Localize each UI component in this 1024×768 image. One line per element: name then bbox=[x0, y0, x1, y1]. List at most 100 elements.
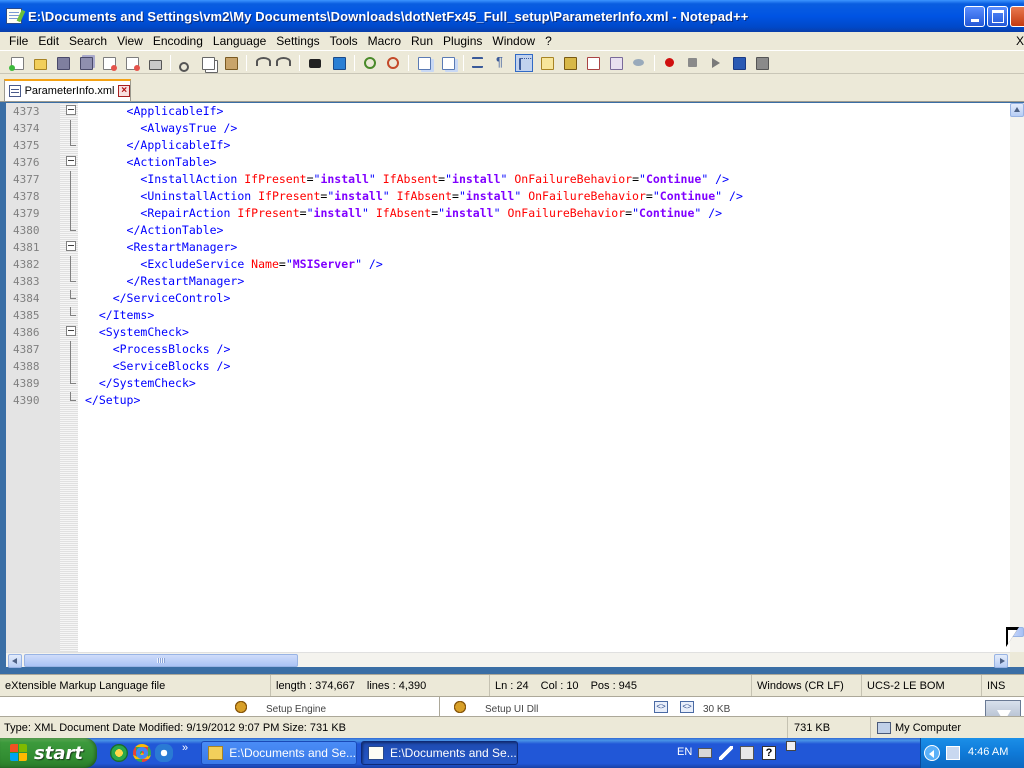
code-line[interactable]: 4385 </Items> bbox=[6, 307, 1010, 324]
code-line[interactable]: 4388 <ServiceBlocks /> bbox=[6, 358, 1010, 375]
network-icon[interactable] bbox=[946, 746, 960, 760]
menu-view[interactable]: View bbox=[112, 32, 148, 50]
save-all-icon[interactable] bbox=[77, 54, 95, 72]
record-macro-icon[interactable] bbox=[661, 54, 679, 72]
menu-edit[interactable]: Edit bbox=[33, 32, 64, 50]
code-line[interactable]: 4375 </ApplicableIf> bbox=[6, 137, 1010, 154]
code-line[interactable]: 4378 <UninstallAction IfPresent="install… bbox=[6, 188, 1010, 205]
code-line[interactable]: 4387 <ProcessBlocks /> bbox=[6, 341, 1010, 358]
code-line[interactable]: 4386 <SystemCheck> bbox=[6, 324, 1010, 341]
keyboard-icon[interactable] bbox=[698, 748, 712, 758]
code-line[interactable]: 4382 <ExcludeService Name="MSIServer" /> bbox=[6, 256, 1010, 273]
sync-horizontal-icon[interactable] bbox=[439, 54, 457, 72]
code-line[interactable]: 4389 </SystemCheck> bbox=[6, 375, 1010, 392]
menu-tools[interactable]: Tools bbox=[325, 32, 363, 50]
close-all-icon[interactable] bbox=[123, 54, 141, 72]
scroll-left-arrow-icon[interactable] bbox=[8, 654, 22, 668]
quicklaunch-app-icon[interactable] bbox=[110, 744, 128, 762]
minimize-button[interactable] bbox=[964, 6, 985, 27]
list-item[interactable]: Setup Engine bbox=[222, 697, 440, 716]
close-tab-icon[interactable]: × bbox=[118, 85, 130, 97]
menu-language[interactable]: Language bbox=[208, 32, 271, 50]
internet-explorer-icon[interactable] bbox=[155, 744, 173, 762]
menu-help[interactable]: ? bbox=[540, 32, 557, 50]
find-icon[interactable] bbox=[306, 54, 324, 72]
code-line[interactable]: 4380 </ActionTable> bbox=[6, 222, 1010, 239]
code-line[interactable]: 4377 <InstallAction IfPresent="install" … bbox=[6, 171, 1010, 188]
status-eol[interactable]: Windows (CR LF) bbox=[751, 675, 844, 697]
close-icon[interactable] bbox=[100, 54, 118, 72]
menu-search[interactable]: Search bbox=[64, 32, 112, 50]
taskbar-button-explorer[interactable]: E:\Documents and Se... bbox=[201, 741, 357, 765]
code-line[interactable]: 4383 </RestartManager> bbox=[6, 273, 1010, 290]
pen-icon[interactable] bbox=[719, 746, 733, 760]
open-file-icon[interactable] bbox=[31, 54, 49, 72]
horizontal-scrollbar[interactable] bbox=[6, 652, 1010, 668]
menu-encoding[interactable]: Encoding bbox=[148, 32, 208, 50]
fold-toggle-icon[interactable] bbox=[66, 326, 76, 336]
title-bar[interactable]: E:\Documents and Settings\vm2\My Documen… bbox=[0, 0, 1024, 32]
undo-icon[interactable] bbox=[253, 54, 271, 72]
zoom-in-icon[interactable] bbox=[361, 54, 379, 72]
tab-parameterinfo-xml[interactable]: ParameterInfo.xml × bbox=[4, 79, 131, 101]
close-document-x[interactable]: X bbox=[1016, 32, 1024, 50]
taskbar-clock[interactable]: 4:46 AM bbox=[968, 746, 1008, 758]
copy-icon[interactable] bbox=[199, 54, 217, 72]
word-wrap-icon[interactable] bbox=[469, 54, 487, 72]
language-bar-icon[interactable] bbox=[740, 746, 754, 760]
help-icon[interactable]: ? bbox=[762, 746, 776, 760]
fold-toggle-icon[interactable] bbox=[66, 241, 76, 251]
status-encoding[interactable]: UCS-2 LE BOM bbox=[861, 675, 945, 697]
code-line[interactable]: 4374 <AlwaysTrue /> bbox=[6, 120, 1010, 137]
replace-icon[interactable] bbox=[330, 54, 348, 72]
notepadpp-app-icon[interactable] bbox=[6, 8, 22, 24]
monitoring-icon[interactable] bbox=[630, 54, 648, 72]
save-macro-icon[interactable] bbox=[753, 54, 771, 72]
menu-plugins[interactable]: Plugins bbox=[438, 32, 487, 50]
scroll-up-arrow-icon[interactable] bbox=[1010, 103, 1024, 117]
taskbar-button-notepadpp[interactable]: E:\Documents and Se... bbox=[361, 741, 518, 765]
code-line[interactable]: 4376 <ActionTable> bbox=[6, 154, 1010, 171]
cut-icon[interactable] bbox=[176, 54, 194, 72]
indent-guide-icon[interactable] bbox=[515, 54, 533, 72]
chrome-icon[interactable] bbox=[133, 744, 151, 762]
scroll-right-arrow-icon[interactable] bbox=[994, 654, 1008, 668]
sync-vertical-icon[interactable] bbox=[415, 54, 433, 72]
menu-macro[interactable]: Macro bbox=[363, 32, 406, 50]
menu-window[interactable]: Window bbox=[487, 32, 540, 50]
redo-icon[interactable] bbox=[276, 54, 294, 72]
language-indicator[interactable]: EN bbox=[677, 746, 692, 758]
paste-icon[interactable] bbox=[222, 54, 240, 72]
quicklaunch-more-chevron[interactable]: » bbox=[182, 742, 188, 754]
show-all-characters-icon[interactable] bbox=[492, 54, 510, 72]
fold-toggle-icon[interactable] bbox=[66, 156, 76, 166]
user-defined-language-icon[interactable] bbox=[538, 54, 556, 72]
stop-recording-icon[interactable] bbox=[684, 54, 702, 72]
run-macro-multiple-icon[interactable] bbox=[730, 54, 748, 72]
code-line[interactable]: 4379 <RepairAction IfPresent="install" I… bbox=[6, 205, 1010, 222]
vertical-scrollbar[interactable] bbox=[1010, 103, 1024, 652]
new-file-icon[interactable] bbox=[8, 54, 26, 72]
playback-macro-icon[interactable] bbox=[707, 54, 725, 72]
function-list-icon[interactable] bbox=[584, 54, 602, 72]
status-insert-mode[interactable]: INS bbox=[981, 675, 1005, 697]
options-icon[interactable] bbox=[786, 741, 796, 751]
maximize-button[interactable] bbox=[987, 6, 1008, 27]
code-line[interactable]: 4381 <RestartManager> bbox=[6, 239, 1010, 256]
horizontal-scroll-thumb[interactable] bbox=[24, 654, 298, 667]
editor-area[interactable]: 4373 <ApplicableIf> 4374 <AlwaysTrue /> 43… bbox=[6, 103, 1010, 652]
document-map-icon[interactable] bbox=[561, 54, 579, 72]
code-line[interactable]: 4384 </ServiceControl> bbox=[6, 290, 1010, 307]
print-icon[interactable] bbox=[146, 54, 164, 72]
zoom-out-icon[interactable] bbox=[384, 54, 402, 72]
start-button[interactable]: start bbox=[0, 738, 97, 768]
menu-settings[interactable]: Settings bbox=[271, 32, 324, 50]
code-text[interactable]: 4373 <ApplicableIf> 4374 <AlwaysTrue /> 43… bbox=[6, 103, 1010, 409]
code-line[interactable]: 4390 </Setup> bbox=[6, 392, 1010, 409]
folder-as-workspace-icon[interactable] bbox=[607, 54, 625, 72]
close-window-button[interactable] bbox=[1010, 6, 1024, 27]
save-icon[interactable] bbox=[54, 54, 72, 72]
code-line[interactable]: 4373 <ApplicableIf> bbox=[6, 103, 1010, 120]
fold-toggle-icon[interactable] bbox=[66, 105, 76, 115]
list-item[interactable]: <> 30 KB bbox=[678, 697, 838, 716]
